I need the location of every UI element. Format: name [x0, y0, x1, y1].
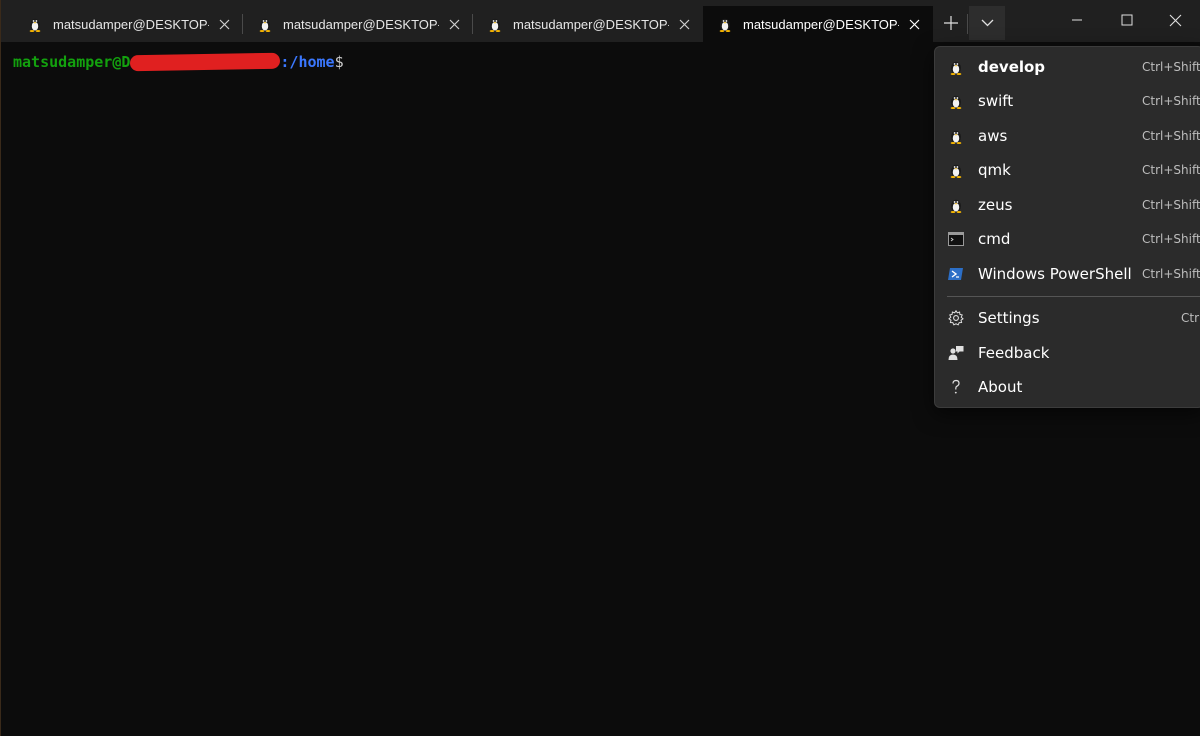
tab-4-active[interactable]: matsudamper@DESKTOP-7: [703, 6, 933, 42]
chevron-down-icon: [981, 19, 993, 27]
question-icon: [952, 379, 960, 394]
menu-item-shortcut: Ctrl+Shift+: [1142, 232, 1200, 246]
tab-1[interactable]: matsudamper@DESKTOP-7: [13, 6, 243, 42]
linux-penguin-icon: [257, 16, 273, 32]
menu-item-label: Settings: [978, 309, 1040, 327]
menu-item-aws[interactable]: aws Ctrl+Shift+: [935, 119, 1200, 153]
linux-penguin-icon: [948, 59, 964, 75]
menu-item-label: develop: [978, 58, 1046, 76]
titlebar-divider: [967, 14, 968, 34]
tab-close-button[interactable]: [439, 9, 469, 39]
menu-item-label: Windows PowerShell: [978, 265, 1132, 283]
minimize-button[interactable]: [1053, 0, 1101, 40]
terminal-window: matsudamper@DESKTOP-7 matsudamper@DESKTO…: [0, 0, 1200, 736]
menu-item-shortcut: Ctrl+Shift+: [1142, 129, 1200, 143]
title-bar: matsudamper@DESKTOP-7 matsudamper@DESKTO…: [1, 0, 1200, 42]
linux-penguin-icon: [487, 16, 503, 32]
menu-divider: [947, 296, 1200, 297]
tab-title: matsudamper@DESKTOP-7: [53, 16, 209, 32]
prompt-path: :/home: [280, 53, 335, 71]
linux-penguin-icon: [948, 162, 964, 178]
menu-item-label: Feedback: [978, 344, 1050, 362]
close-icon: [449, 19, 459, 29]
menu-item-shortcut: Ctrl+Shift+: [1142, 267, 1200, 281]
prompt-symbol: $: [334, 53, 344, 71]
menu-item-label: qmk: [978, 161, 1011, 179]
menu-item-shortcut: Ctrl: [1181, 311, 1200, 325]
menu-item-shortcut: Ctrl+Shift+: [1142, 60, 1200, 74]
menu-item-zeus[interactable]: zeus Ctrl+Shift+: [935, 188, 1200, 222]
close-icon: [219, 19, 229, 29]
menu-item-label: About: [978, 378, 1023, 396]
menu-item-windows-powershell[interactable]: Windows PowerShell Ctrl+Shift+: [935, 257, 1200, 291]
menu-item-shortcut: Ctrl+Shift+: [1142, 198, 1200, 212]
close-icon: [1169, 14, 1181, 26]
menu-item-label: swift: [978, 92, 1014, 110]
linux-penguin-icon: [948, 197, 964, 213]
menu-item-about[interactable]: About: [935, 370, 1200, 404]
profile-dropdown-button[interactable]: [969, 6, 1005, 40]
tab-close-button[interactable]: [669, 9, 699, 39]
powershell-icon: [948, 268, 963, 280]
cmd-icon: [948, 232, 964, 246]
menu-item-develop[interactable]: develop Ctrl+Shift+: [935, 50, 1200, 84]
gear-icon: [948, 310, 964, 326]
redaction-mark: [130, 52, 281, 72]
menu-item-label: zeus: [978, 196, 1013, 214]
tab-2[interactable]: matsudamper@DESKTOP-7: [243, 6, 473, 42]
profile-dropdown-menu: develop Ctrl+Shift+ swift Ctrl+Shift+ aw…: [934, 46, 1200, 408]
prompt-user-host: matsudamper@D: [13, 53, 131, 71]
menu-item-qmk[interactable]: qmk Ctrl+Shift+: [935, 153, 1200, 187]
linux-penguin-icon: [27, 16, 43, 32]
tab-close-button[interactable]: [899, 9, 929, 39]
tab-title: matsudamper@DESKTOP-7: [743, 16, 899, 32]
linux-penguin-icon: [717, 16, 733, 32]
linux-penguin-icon: [948, 128, 964, 144]
tab-3[interactable]: matsudamper@DESKTOP-7: [473, 6, 703, 42]
menu-item-shortcut: Ctrl+Shift+: [1142, 94, 1200, 108]
new-tab-button[interactable]: [935, 6, 967, 40]
close-icon: [679, 19, 689, 29]
tab-close-button[interactable]: [209, 9, 239, 39]
plus-icon: [944, 16, 958, 30]
menu-item-label: cmd: [978, 230, 1011, 248]
menu-item-settings[interactable]: Settings Ctrl: [935, 301, 1200, 335]
tab-title: matsudamper@DESKTOP-7: [513, 16, 669, 32]
menu-item-cmd[interactable]: cmd Ctrl+Shift+: [935, 222, 1200, 256]
close-window-button[interactable]: [1151, 0, 1199, 40]
feedback-icon: [948, 346, 964, 360]
minimize-icon: [1072, 19, 1082, 21]
menu-item-label: aws: [978, 127, 1008, 145]
menu-item-shortcut: Ctrl+Shift+: [1142, 163, 1200, 177]
tab-title: matsudamper@DESKTOP-7: [283, 16, 439, 32]
menu-item-swift[interactable]: swift Ctrl+Shift+: [935, 84, 1200, 118]
menu-item-feedback[interactable]: Feedback: [935, 336, 1200, 370]
maximize-icon: [1121, 14, 1133, 26]
linux-penguin-icon: [948, 93, 964, 109]
close-icon: [909, 19, 919, 29]
maximize-button[interactable]: [1103, 0, 1151, 40]
